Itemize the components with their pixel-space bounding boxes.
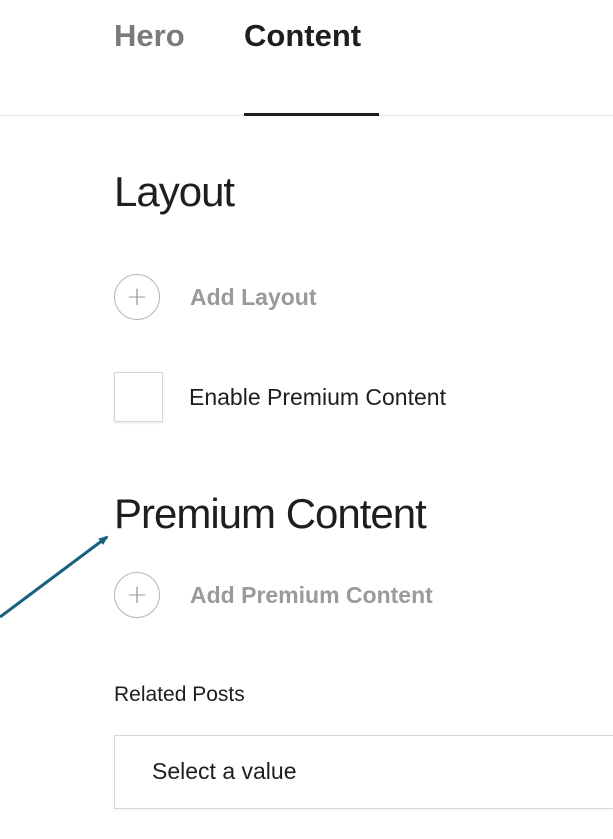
select-value: Select a value <box>152 758 297 784</box>
related-posts-label: Related Posts <box>114 683 245 706</box>
premium-content-heading: Premium Content <box>114 490 427 537</box>
add-layout-label: Add Layout <box>190 283 317 310</box>
tab-bar: Hero Content <box>0 0 613 116</box>
add-premium-content-button[interactable]: + Add Premium Content <box>114 572 433 618</box>
add-layout-button[interactable]: + Add Layout <box>114 274 317 320</box>
tab-hero[interactable]: Hero <box>114 18 185 54</box>
plus-icon: + <box>114 274 160 320</box>
related-posts-select[interactable]: Select a value <box>114 735 613 809</box>
premium-toggle-row: Enable Premium Content <box>114 372 446 422</box>
enable-premium-label[interactable]: Enable Premium Content <box>189 384 446 411</box>
enable-premium-checkbox[interactable] <box>114 372 163 422</box>
tab-content[interactable]: Content <box>244 18 361 54</box>
plus-icon: + <box>114 572 160 618</box>
active-tab-indicator <box>244 113 379 116</box>
layout-heading: Layout <box>114 168 235 215</box>
add-premium-content-label: Add Premium Content <box>190 581 433 608</box>
